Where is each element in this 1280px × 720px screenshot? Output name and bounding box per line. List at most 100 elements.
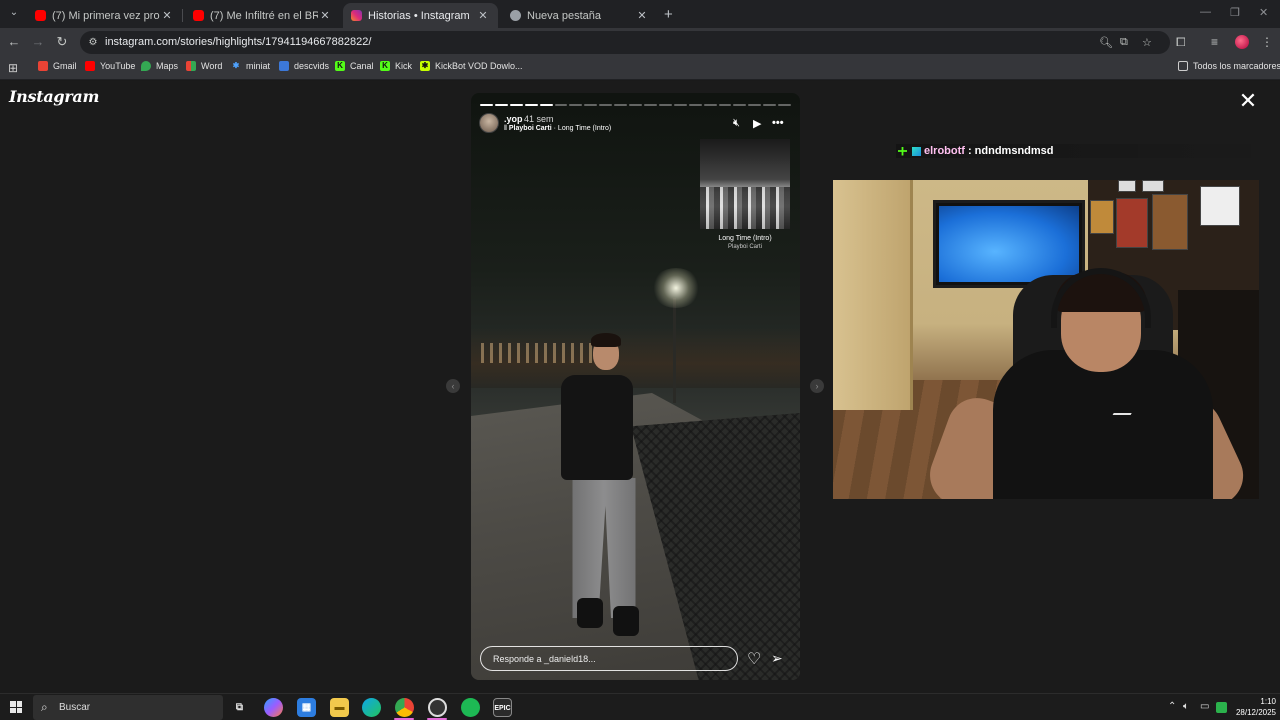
edge-icon[interactable] (362, 698, 381, 717)
tab-2[interactable]: (7) Me Infiltré en el BRUTAL MU ✕ (185, 3, 340, 28)
network-icon[interactable]: ▭ (1200, 701, 1209, 712)
tab-3-active[interactable]: Historias • Instagram ✕ (343, 3, 498, 28)
send-direct-icon[interactable]: ➢ (771, 650, 783, 667)
album-cover-sticker[interactable] (700, 139, 790, 229)
webcam-tv-screen (939, 206, 1079, 282)
bookmark-maps[interactable]: Maps (141, 61, 178, 71)
story-progress-segment (763, 104, 777, 106)
next-story-arrow-icon[interactable]: › (810, 379, 824, 393)
close-tab-icon[interactable]: ✕ (635, 9, 649, 22)
bookmark-label: Word (201, 61, 223, 71)
story-progress-segment (733, 104, 747, 106)
copilot-icon[interactable] (264, 698, 283, 717)
more-options-icon[interactable]: ••• (772, 117, 784, 129)
instagram-logo[interactable]: Instagram (9, 87, 99, 106)
obs-icon[interactable] (428, 698, 447, 717)
bookmark-gmail[interactable]: Gmail (38, 61, 77, 71)
media-control-icon[interactable]: ≡ (1211, 35, 1218, 49)
story-music-info[interactable]: ⫴ Playboi Carti · Long Time (Intro) (504, 125, 611, 133)
volume-icon[interactable]: 🔈︎ (1183, 701, 1189, 712)
folder-icon (1178, 61, 1188, 71)
story-avatar[interactable] (479, 113, 499, 133)
all-bookmarks-folder[interactable]: Todos los marcadores (1178, 61, 1280, 71)
poster (1152, 194, 1188, 250)
tab-4[interactable]: Nueva pestaña ✕ (502, 3, 657, 28)
window-close-icon[interactable]: ✕ (1259, 6, 1268, 19)
bookmark-word[interactable]: Word (186, 61, 222, 71)
microsoft-store-icon[interactable]: ▦ (297, 698, 316, 717)
taskbar-search[interactable]: ⌕ Buscar (33, 695, 223, 720)
reload-icon[interactable]: ↻ (54, 34, 70, 50)
story-username[interactable]: .yop (504, 114, 523, 124)
forward-arrow-icon[interactable]: → (30, 34, 46, 50)
close-stories-button[interactable]: ✕ (1238, 90, 1258, 112)
story-progress-segment (748, 104, 762, 106)
previous-story-arrow-icon[interactable]: ‹ (446, 379, 460, 393)
system-clock[interactable]: 1:10 28/12/2025 (1228, 696, 1276, 718)
story-viewer[interactable]: .yop 41 sem ⫴ Playboi Carti · Long Time … (471, 93, 800, 680)
address-bar[interactable]: ⚙ instagram.com/stories/highlights/17941… (80, 31, 1170, 54)
install-app-icon[interactable]: ⧉ (1120, 36, 1128, 49)
extensions-icon[interactable]: ⧠ (1176, 35, 1186, 50)
story-progress-segment (673, 104, 687, 106)
back-arrow-icon[interactable]: ← (6, 34, 22, 50)
bookmark-kick[interactable]: K Kick (380, 61, 412, 71)
url-text[interactable]: instagram.com/stories/highlights/1794119… (105, 36, 371, 48)
epic-games-icon[interactable]: EPIC (493, 698, 512, 717)
instagram-stories-page: Instagram ✕ ‹ › .yop 41 sem ⫴ Playboi Ca… (0, 81, 1280, 693)
gmail-icon (38, 61, 48, 71)
bookmark-descvids[interactable]: descvids (279, 61, 329, 71)
restore-icon[interactable]: ❐ (1230, 6, 1240, 19)
chat-badge-icon (898, 146, 907, 156)
like-heart-icon[interactable]: ♡ (747, 649, 761, 669)
bookmark-star-icon[interactable]: ☆ (1142, 36, 1152, 49)
story-progress-segment (480, 104, 493, 106)
tab-search-button[interactable]: ⌄ (6, 5, 22, 21)
bookmark-miniat[interactable]: ✱ miniat (231, 61, 270, 71)
tab-title: Historias • Instagram (368, 9, 470, 22)
reply-placeholder: Responde a _danield18... (493, 654, 596, 664)
tab-1[interactable]: (7) Mi primera vez probado Co ✕ (27, 3, 182, 28)
tab-title: (7) Me Infiltré en el BRUTAL MU (210, 9, 318, 22)
site-info-icon[interactable]: ⚙ (86, 36, 100, 50)
new-tab-button[interactable]: + (664, 6, 673, 23)
chat-username: elrobotf (924, 145, 965, 157)
music-artist: Playboi Carti (508, 125, 552, 132)
menu-kebab-icon[interactable]: ⋮ (1261, 35, 1273, 49)
bookmark-kickbot[interactable]: ✱ KickBot VOD Dowlo... (420, 61, 523, 71)
bookmarks-bar: ⊞ Gmail YouTube Maps Word ✱ miniat descvi… (0, 56, 1280, 80)
file-explorer-icon[interactable]: ▬ (330, 698, 349, 717)
story-progress-bar (480, 104, 792, 106)
kick-icon: K (380, 61, 390, 71)
bookmark-label: descvids (294, 61, 330, 71)
story-progress-segment (629, 104, 642, 106)
poster (1116, 198, 1148, 248)
close-tab-icon[interactable]: ✕ (476, 9, 490, 22)
search-icon: ⌕ (41, 700, 48, 714)
apps-grid-icon[interactable]: ⊞ (8, 61, 18, 75)
close-tab-icon[interactable]: ✕ (318, 9, 332, 22)
task-view-icon[interactable]: ⧉ (230, 698, 249, 717)
story-progress-segment (539, 104, 553, 106)
zoom-icon[interactable]: 🔍︎ (1099, 36, 1113, 49)
reply-input[interactable]: Responde a _danield18... (480, 646, 738, 671)
story-progress-segment (599, 104, 613, 106)
minimize-icon[interactable]: — (1200, 6, 1211, 18)
close-tab-icon[interactable]: ✕ (160, 9, 174, 22)
spotify-icon[interactable] (461, 698, 480, 717)
story-progress-segment (509, 104, 523, 106)
windows-start-icon[interactable] (10, 701, 22, 713)
mute-icon[interactable]: 🔇︎ (733, 117, 740, 130)
bookmark-canal[interactable]: K Canal (335, 61, 374, 71)
bookmark-label: YouTube (100, 61, 136, 71)
descvids-icon (279, 61, 289, 71)
instagram-icon (351, 10, 362, 21)
security-shield-icon[interactable] (1216, 702, 1227, 713)
kick-icon: K (335, 61, 345, 71)
bookmark-youtube[interactable]: YouTube (85, 61, 135, 71)
chrome-icon[interactable] (395, 698, 414, 717)
clock-date: 28/12/2025 (1235, 708, 1276, 717)
play-icon[interactable]: ▶ (753, 117, 761, 130)
tray-chevron-icon[interactable]: ⌃ (1168, 701, 1176, 712)
profile-avatar[interactable] (1235, 35, 1249, 49)
